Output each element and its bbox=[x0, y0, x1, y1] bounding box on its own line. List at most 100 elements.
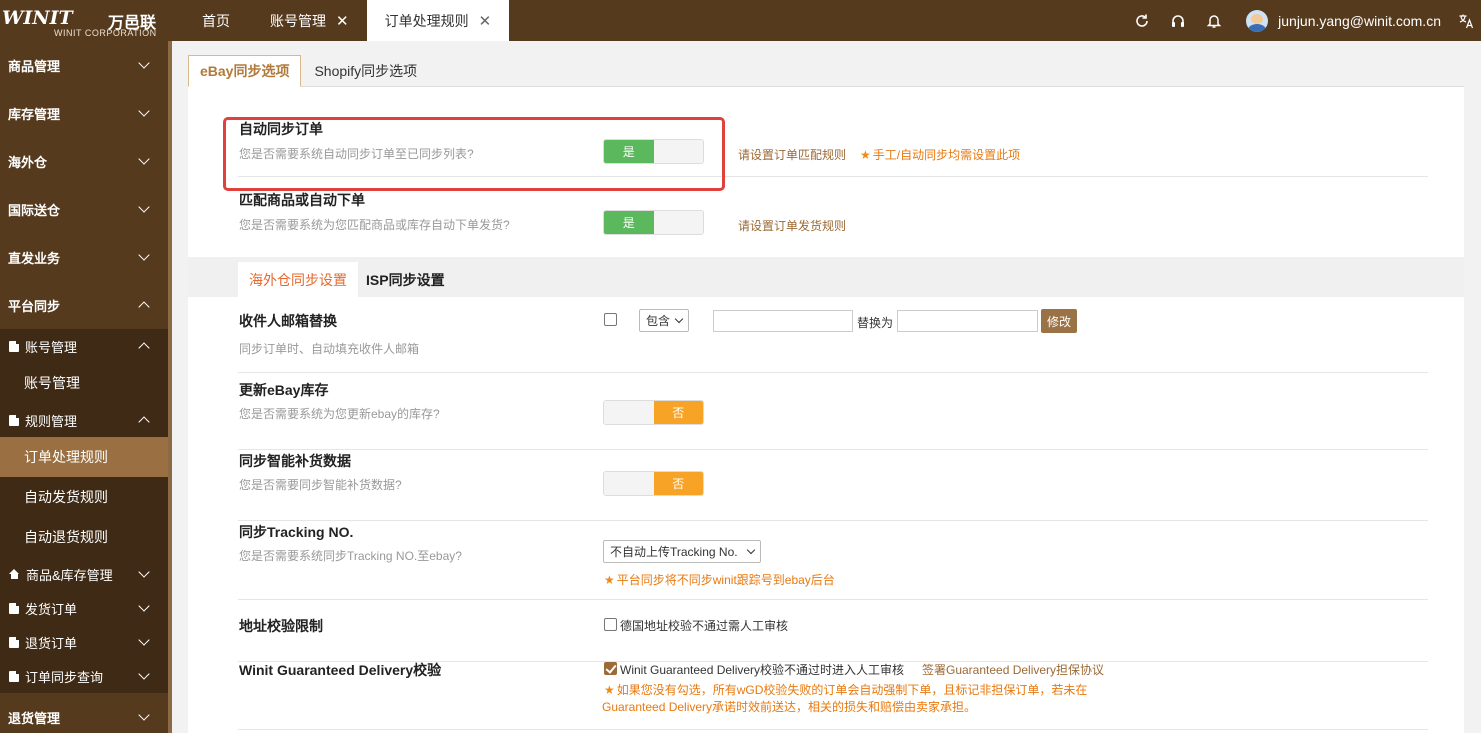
refresh-icon[interactable] bbox=[1124, 0, 1160, 41]
chevron-down-icon bbox=[138, 709, 150, 721]
sidebar-leaf-account[interactable]: 账号管理 bbox=[0, 363, 168, 403]
tab-shopify-sync[interactable]: Shopify同步选项 bbox=[303, 55, 429, 86]
note-text: 手工/自动同步均需设置此项 bbox=[872, 148, 1021, 162]
email-modify-button[interactable]: 修改 bbox=[1041, 309, 1077, 333]
chevron-down-icon bbox=[138, 249, 150, 261]
sidebar-sub-sync-query[interactable]: 订单同步查询 bbox=[0, 659, 168, 693]
setting-tracking: 同步Tracking NO. 您是否需要系统同步Tracking NO.至eba… bbox=[238, 522, 1428, 600]
document-icon bbox=[9, 340, 19, 352]
setting-title: 同步智能补货数据 bbox=[239, 453, 351, 469]
sidebar-item-return-mgmt[interactable]: 退货管理 bbox=[0, 693, 168, 733]
star-icon: ★ bbox=[604, 683, 615, 697]
setting-address: 地址校验限制 德国地址校验不通过需人工审核 bbox=[238, 616, 1428, 662]
toggle-no-label: 否 bbox=[653, 401, 703, 424]
top-bar: WINIT 万邑联 WINIT CORPORATION 首页 账号管理 ✕ 订单… bbox=[0, 0, 1481, 41]
sidebar-item-label: 自动退货规则 bbox=[24, 529, 108, 545]
sidebar-item-intl[interactable]: 国际送仓 bbox=[0, 185, 168, 233]
email-match-input[interactable] bbox=[713, 310, 853, 332]
sidebar-item-label: 平台同步 bbox=[8, 298, 61, 314]
email-match-select[interactable]: 包含 bbox=[639, 309, 689, 332]
tab-label: 首页 bbox=[202, 12, 230, 29]
sidebar-item-label: 库存管理 bbox=[8, 106, 61, 122]
tab-isp-sync[interactable]: ISP同步设置 bbox=[356, 262, 455, 297]
setting-title: 匹配商品或自动下单 bbox=[239, 192, 365, 208]
chevron-up-icon bbox=[138, 301, 150, 313]
sidebar-item-label: 自动发货规则 bbox=[24, 489, 108, 505]
sidebar-leaf-ship-rules[interactable]: 自动发货规则 bbox=[0, 477, 168, 517]
setting-guaranteed: Winit Guaranteed Delivery校验 Winit Guaran… bbox=[238, 660, 1428, 730]
setting-desc: 您是否需要同步智能补货数据? bbox=[239, 478, 402, 492]
setting-update-stock: 更新eBay库存 您是否需要系统为您更新ebay的库存? 否 bbox=[238, 380, 1428, 450]
email-replace-input[interactable] bbox=[897, 310, 1038, 332]
sidebar-item-label: 规则管理 bbox=[25, 413, 78, 429]
chevron-down-icon bbox=[138, 668, 150, 680]
toggle-off-area bbox=[604, 401, 654, 424]
sidebar-sub-account[interactable]: 账号管理 bbox=[0, 329, 168, 363]
match-goods-toggle[interactable]: 是 bbox=[603, 210, 704, 235]
sidebar-sub-ship-order[interactable]: 发货订单 bbox=[0, 591, 168, 625]
toggle-no-label: 否 bbox=[653, 472, 703, 495]
translate-icon[interactable] bbox=[1451, 0, 1481, 41]
user-menu[interactable]: junjun.yang@winit.com.cn bbox=[1246, 9, 1441, 32]
star-icon: ★ bbox=[860, 148, 871, 162]
chevron-down-icon bbox=[138, 600, 150, 612]
tab-order-rules[interactable]: 订单处理规则 ✕ bbox=[366, 0, 510, 41]
chevron-up-icon bbox=[138, 342, 150, 354]
sidebar-sub-goods-stock[interactable]: 商品&库存管理 bbox=[0, 557, 168, 591]
sub-tabs: 海外仓同步设置 ISP同步设置 bbox=[188, 257, 1464, 297]
close-icon[interactable]: ✕ bbox=[479, 12, 492, 30]
toggle-off-area bbox=[653, 211, 703, 234]
chevron-down-icon bbox=[138, 105, 150, 117]
sidebar-item-goods[interactable]: 商品管理 bbox=[0, 41, 168, 89]
sidebar-item-direct[interactable]: 直发业务 bbox=[0, 233, 168, 281]
tab-ebay-sync[interactable]: eBay同步选项 bbox=[188, 55, 302, 87]
guaranteed-agreement-link[interactable]: 签署Guaranteed Delivery担保协议 bbox=[922, 661, 1104, 678]
sidebar-item-platform-sync[interactable]: 平台同步 bbox=[0, 281, 168, 329]
bell-icon[interactable] bbox=[1196, 0, 1232, 41]
logo[interactable]: WINIT 万邑联 WINIT CORPORATION bbox=[0, 0, 170, 41]
document-icon bbox=[9, 670, 19, 682]
email-replace-checkbox[interactable] bbox=[604, 313, 617, 326]
order-match-rule-link[interactable]: 请设置订单匹配规则 bbox=[738, 146, 846, 163]
setting-title: 收件人邮箱替换 bbox=[239, 313, 337, 329]
tab-home[interactable]: 首页 bbox=[180, 0, 252, 41]
tab-label: eBay同步选项 bbox=[200, 63, 290, 79]
tab-overseas-sync[interactable]: 海外仓同步设置 bbox=[238, 262, 358, 297]
panel-tabs: eBay同步选项 Shopify同步选项 bbox=[188, 55, 1464, 87]
setting-desc: 您是否需要系统同步Tracking NO.至ebay? bbox=[239, 549, 462, 563]
headset-icon[interactable] bbox=[1160, 0, 1196, 41]
address-check-checkbox[interactable] bbox=[604, 618, 617, 631]
user-email: junjun.yang@winit.com.cn bbox=[1278, 12, 1441, 29]
document-icon bbox=[9, 414, 19, 426]
home-icon bbox=[9, 569, 20, 579]
star-icon: ★ bbox=[604, 573, 615, 587]
sidebar-sub-return-order[interactable]: 退货订单 bbox=[0, 625, 168, 659]
smart-restock-toggle[interactable]: 否 bbox=[603, 471, 704, 496]
sidebar: 商品管理 库存管理 海外仓 国际送仓 直发业务 平台同步 账号管理 账号管理 规… bbox=[0, 41, 168, 733]
chevron-down-icon bbox=[746, 545, 756, 555]
sidebar-item-label: 退货订单 bbox=[25, 635, 78, 651]
order-ship-rule-link[interactable]: 请设置订单发货规则 bbox=[738, 217, 846, 234]
sidebar-item-overseas[interactable]: 海外仓 bbox=[0, 137, 168, 185]
sidebar-item-inventory[interactable]: 库存管理 bbox=[0, 89, 168, 137]
setting-title: 同步Tracking NO. bbox=[239, 524, 354, 540]
top-right-tools: junjun.yang@winit.com.cn bbox=[1124, 0, 1481, 41]
document-icon bbox=[9, 602, 19, 614]
top-tabs: 首页 账号管理 ✕ 订单处理规则 ✕ bbox=[180, 0, 510, 41]
chevron-up-icon bbox=[138, 416, 150, 428]
update-stock-toggle[interactable]: 否 bbox=[603, 400, 704, 425]
tab-account[interactable]: 账号管理 ✕ bbox=[252, 0, 367, 41]
document-icon bbox=[9, 636, 19, 648]
sidebar-leaf-return-rules[interactable]: 自动退货规则 bbox=[0, 517, 168, 557]
tab-label: Shopify同步选项 bbox=[314, 62, 418, 79]
setting-email-replace: 收件人邮箱替换 同步订单时、自动填充收件人邮箱 包含 替换为 修改 bbox=[238, 309, 1428, 373]
chevron-down-icon bbox=[674, 314, 684, 324]
sidebar-sub-rules[interactable]: 规则管理 bbox=[0, 403, 168, 437]
sidebar-leaf-order-rules[interactable]: 订单处理规则 bbox=[0, 437, 168, 477]
note-text: 如果您没有勾选，所有wGD校验失败的订单会自动强制下单，且标记非担保订单，若未在 bbox=[616, 683, 1088, 697]
tracking-select[interactable]: 不自动上传Tracking No. bbox=[603, 540, 761, 563]
guaranteed-checkbox[interactable] bbox=[604, 662, 617, 675]
sidebar-item-label: 账号管理 bbox=[25, 339, 78, 355]
logo-sub: WINIT CORPORATION bbox=[54, 28, 157, 38]
close-icon[interactable]: ✕ bbox=[336, 12, 349, 30]
